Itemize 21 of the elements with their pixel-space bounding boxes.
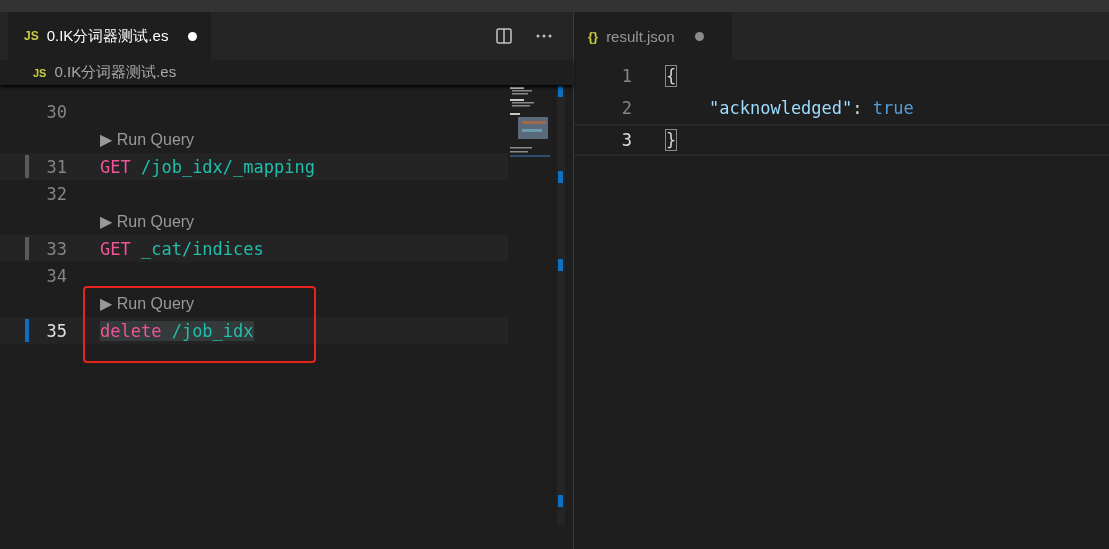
line-number: 33 xyxy=(45,238,67,259)
line-number: 30 xyxy=(45,101,67,122)
line-number: 35 xyxy=(45,320,67,341)
run-query-link[interactable]: ▶ Run Query xyxy=(100,293,195,313)
line-number: 31 xyxy=(45,156,67,177)
breadcrumb-item[interactable]: 0.IK分词器测试.es xyxy=(54,63,177,82)
code-line: "acknowledged": true xyxy=(708,98,914,118)
line-number: 34 xyxy=(45,265,67,286)
line-number: 32 xyxy=(45,183,67,204)
more-icon[interactable] xyxy=(535,33,553,39)
code-line: GET _cat/indices xyxy=(100,238,264,259)
line-number: 1 xyxy=(620,66,632,86)
line-number: 2 xyxy=(620,98,632,118)
code-line: GET /job_idx/_mapping xyxy=(100,156,315,177)
run-query-link[interactable]: ▶ Run Query xyxy=(100,129,195,149)
split-editor-icon[interactable] xyxy=(495,27,513,45)
line-number: 3 xyxy=(620,130,632,150)
js-file-icon: JS xyxy=(33,66,47,79)
editor-tab[interactable]: JS 0.IK分词器测试.es xyxy=(8,12,212,60)
editor-tab[interactable]: {} result.json xyxy=(574,12,732,60)
run-query-link[interactable]: ▶ Run Query xyxy=(100,211,195,231)
